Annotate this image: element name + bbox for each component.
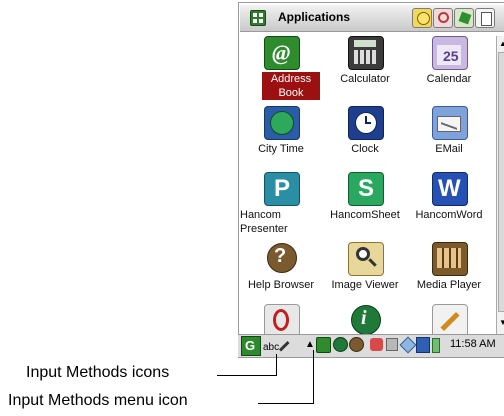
clock-icon <box>348 106 384 140</box>
scroll-down-arrow-icon[interactable]: ▼ <box>499 318 504 327</box>
callout-input-methods-menu-icon: Input Methods menu icon <box>8 392 188 409</box>
image-viewer-icon <box>348 242 384 276</box>
app-calendar[interactable]: 25 Calendar <box>408 32 490 104</box>
city-time-icon <box>264 106 300 140</box>
card-icon[interactable] <box>416 337 430 353</box>
app-label: HancomWord <box>415 209 483 221</box>
scrollbar-thumb[interactable] <box>498 52 504 312</box>
taskbar-address-icon[interactable] <box>316 337 331 353</box>
email-icon <box>432 106 468 140</box>
app-label: Calculator <box>340 73 390 85</box>
vertical-scrollbar[interactable]: ▲ ▼ <box>496 36 504 336</box>
app-label: Help Browser <box>247 279 315 291</box>
callout-line-horizontal-1 <box>217 375 277 376</box>
app-label: HancomSheet <box>330 209 400 221</box>
app-label: Calendar <box>426 73 472 85</box>
app-label: Hancom Presenter <box>240 209 288 235</box>
taskbar-help-icon[interactable] <box>349 337 364 352</box>
app-address-book[interactable]: @ Address Book <box>240 32 322 104</box>
help-browser-icon: ? <box>264 242 298 274</box>
app-city-time[interactable]: City Time <box>240 102 322 174</box>
callout-line-horizontal-2 <box>258 403 314 404</box>
callout-line-vertical-1 <box>276 354 277 376</box>
app-label: Media Player <box>416 279 482 291</box>
app-launcher-icon[interactable] <box>250 10 266 26</box>
window-title: Applications <box>278 10 351 24</box>
calculator-icon <box>348 36 384 70</box>
settings-tab-icon[interactable] <box>433 8 453 28</box>
app-hancom-word[interactable]: W HancomWord <box>408 168 490 240</box>
games-tab-icon[interactable] <box>454 8 474 28</box>
smiley-tab-icon[interactable] <box>412 8 432 28</box>
app-clock[interactable]: Clock <box>324 102 406 174</box>
app-label: City Time <box>258 143 304 155</box>
hancom-word-icon: W <box>432 172 468 206</box>
clock-time[interactable]: 11:58 AM <box>450 338 496 350</box>
hancom-presenter-icon: P <box>264 172 300 206</box>
calendar-icon: 25 <box>432 36 468 70</box>
callout-line-vertical-2 <box>313 350 314 404</box>
media-player-icon <box>432 242 468 276</box>
app-calculator[interactable]: Calculator <box>324 32 406 104</box>
system-tray-status-icon[interactable] <box>370 338 383 351</box>
input-method-abc-icon[interactable]: abc <box>263 342 279 353</box>
app-label: Address Book <box>262 72 320 100</box>
scroll-up-arrow-icon[interactable]: ▲ <box>499 39 504 48</box>
callout-input-methods-icons: Input Methods icons <box>26 364 170 381</box>
address-book-icon: @ <box>264 36 300 70</box>
input-method-menu-arrow-icon[interactable]: ▲ <box>305 339 315 350</box>
partial-app-icon-2: i <box>348 304 382 336</box>
application-grid: @ Address Book Calculator 25 Calendar Ci… <box>240 32 494 362</box>
hancom-sheet-icon: S <box>348 172 384 206</box>
app-hancom-sheet[interactable]: S HancomSheet <box>324 168 406 240</box>
app-email[interactable]: EMail <box>408 102 490 174</box>
app-label: EMail <box>435 143 463 155</box>
battery-icon[interactable] <box>432 338 440 353</box>
app-hancom-presenter[interactable]: P Hancom Presenter <box>240 168 322 240</box>
volume-icon[interactable] <box>386 338 398 351</box>
partial-app-icon-1 <box>264 304 300 338</box>
taskbar-info-icon[interactable] <box>333 337 348 352</box>
start-menu-icon[interactable]: G <box>241 336 261 356</box>
documents-tab-icon[interactable] <box>475 8 495 28</box>
partial-app-icon-3 <box>432 304 468 338</box>
app-label: Clock <box>351 143 379 155</box>
app-label: Image Viewer <box>331 279 399 291</box>
